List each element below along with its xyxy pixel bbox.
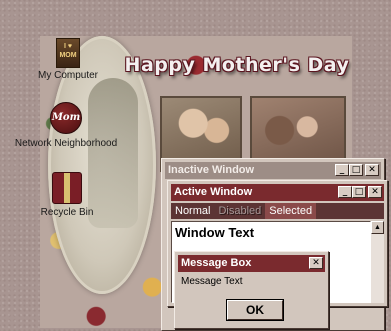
- menu-item-disabled: Disabled: [218, 205, 262, 217]
- scroll-up-arrow-icon[interactable]: ▲: [371, 221, 384, 234]
- inactive-window-title: Inactive Window: [168, 164, 255, 176]
- desktop-icon-recycle-bin[interactable]: Recycle Bin: [30, 172, 104, 218]
- active-window-title: Active Window: [174, 186, 253, 198]
- menu-item-normal[interactable]: Normal: [171, 203, 214, 219]
- gift-box-icon: [52, 172, 82, 204]
- wallpaper-title: Happy Mother's Day: [124, 54, 350, 76]
- minimize-button[interactable]: _: [338, 186, 352, 198]
- message-text: Message Text: [181, 276, 243, 287]
- desktop-icon-label: My Computer: [37, 70, 98, 81]
- desktop-icon-label: Network Neighborhood: [14, 138, 118, 149]
- close-button[interactable]: ✕: [368, 186, 382, 198]
- mom-book-icon: I ♥ MOM: [56, 38, 80, 68]
- message-box-title: Message Box: [181, 257, 252, 269]
- maximize-button[interactable]: □: [349, 164, 363, 176]
- mom-badge-icon: Mom: [50, 102, 82, 134]
- menu-item-selected[interactable]: Selected: [265, 203, 317, 219]
- active-window-titlebar[interactable]: Active Window _ □ ✕: [171, 184, 384, 201]
- desktop-icon-network-neighborhood[interactable]: Mom Network Neighborhood: [6, 102, 126, 149]
- message-box[interactable]: Message Box ✕ Message Text OK: [174, 251, 329, 329]
- minimize-button[interactable]: _: [335, 164, 349, 176]
- menu-bar: Normal Disabled Selected: [171, 203, 384, 219]
- desktop-icon-label: Recycle Bin: [40, 207, 94, 218]
- inactive-window-titlebar[interactable]: Inactive Window _ □ ✕: [165, 162, 381, 179]
- message-box-titlebar[interactable]: Message Box ✕: [178, 255, 325, 272]
- ok-button[interactable]: OK: [227, 300, 283, 320]
- vertical-scrollbar[interactable]: ▲: [371, 221, 384, 303]
- close-button[interactable]: ✕: [309, 257, 323, 269]
- close-button[interactable]: ✕: [365, 164, 379, 176]
- maximize-button[interactable]: □: [352, 186, 366, 198]
- window-text: Window Text: [175, 225, 255, 240]
- desktop-icon-my-computer[interactable]: I ♥ MOM My Computer: [24, 38, 112, 81]
